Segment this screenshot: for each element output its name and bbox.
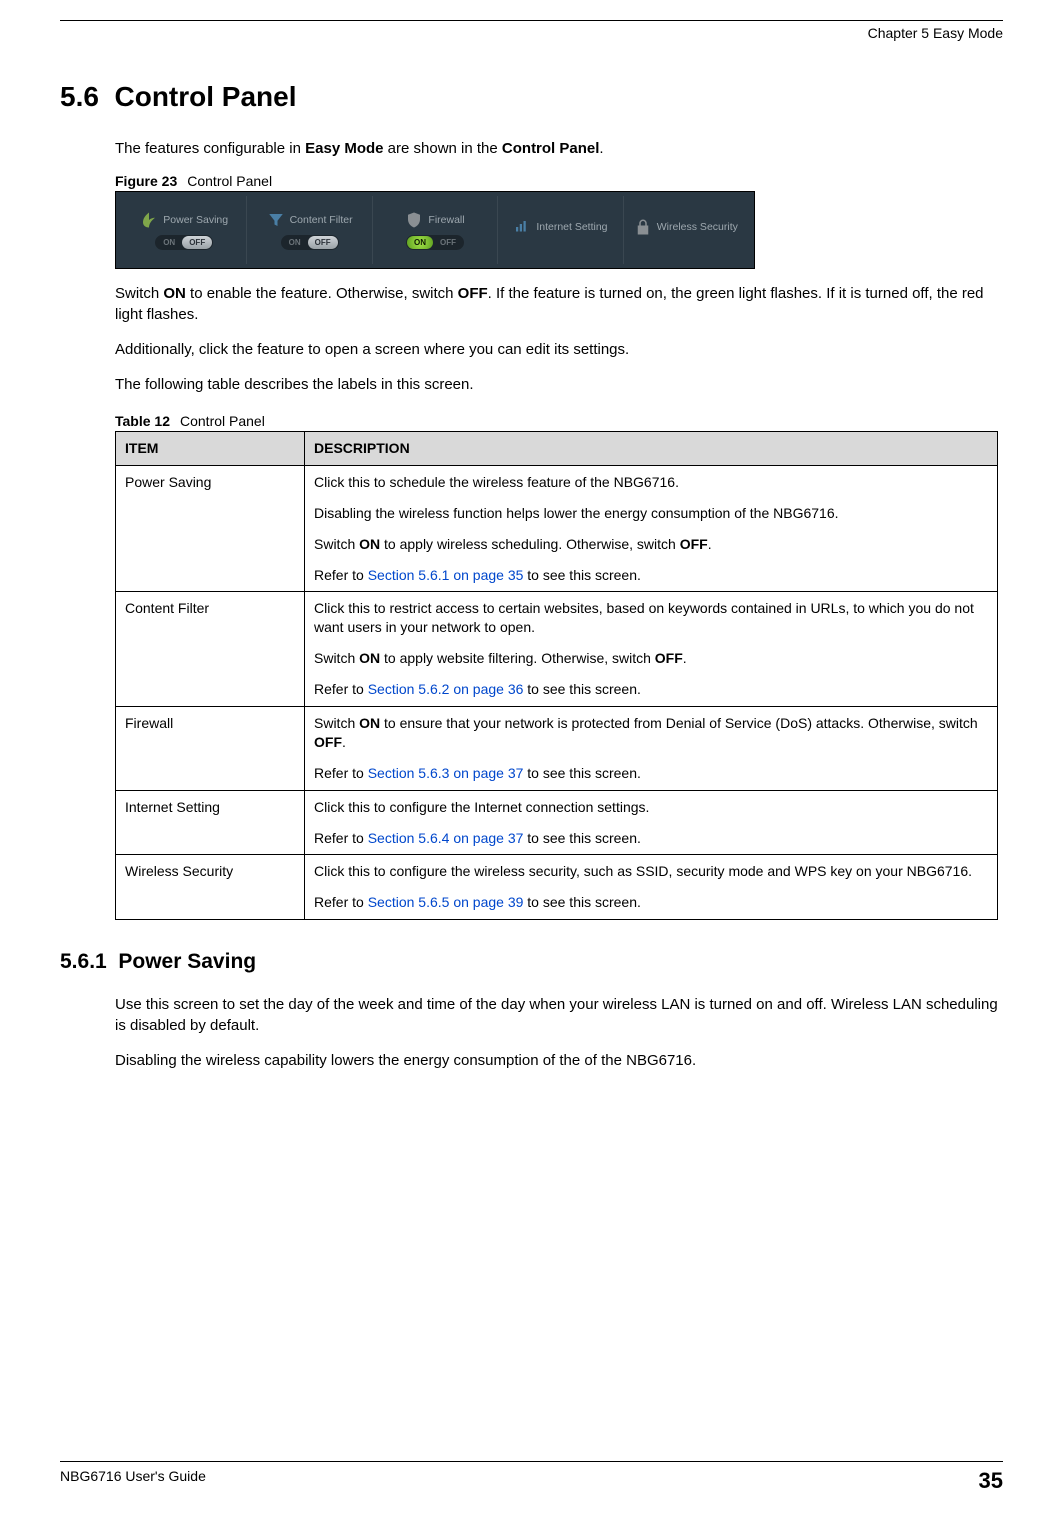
control-panel-figure: Power SavingONOFFContent FilterONOFFFire… — [115, 191, 755, 269]
control-panel-table: ITEM DESCRIPTION Power SavingClick this … — [115, 431, 998, 920]
section-reference-link[interactable]: Section 5.6.5 on page 39 — [368, 894, 524, 910]
toggle-switch: ONOFF — [406, 235, 464, 250]
table-caption: Table 12Control Panel — [115, 413, 998, 429]
item-cell: Firewall — [116, 707, 305, 791]
table-row: FirewallSwitch ON to ensure that your ne… — [116, 707, 998, 791]
section-title-text: Control Panel — [115, 81, 297, 112]
item-cell: Power Saving — [116, 465, 305, 592]
cp-item-power-saving: Power Saving ONOFF — [122, 196, 246, 264]
cp-item-label: Internet Setting — [536, 221, 607, 233]
cp-item-label: Wireless Security — [657, 221, 738, 233]
toggle-switch: ONOFF — [155, 235, 213, 250]
intro-paragraph: The features configurable in Easy Mode a… — [115, 138, 998, 159]
cp-item-content-filter: Content Filter ONOFF — [246, 196, 371, 264]
table-intro-paragraph: The following table describes the labels… — [115, 374, 998, 395]
description-cell: Click this to schedule the wireless feat… — [305, 465, 998, 592]
description-cell: Click this to restrict access to certain… — [305, 592, 998, 707]
table-row: Power SavingClick this to schedule the w… — [116, 465, 998, 592]
subsection-heading: 5.6.1 Power Saving — [60, 950, 1003, 974]
subsection-number: 5.6.1 — [60, 950, 107, 973]
subsection-title-text: Power Saving — [118, 950, 256, 973]
additional-paragraph: Additionally, click the feature to open … — [115, 339, 998, 360]
cp-item-internet-setting: Internet Setting — [497, 196, 622, 264]
lock-icon — [634, 218, 652, 236]
table-row: Internet SettingClick this to configure … — [116, 790, 998, 855]
cp-item-label: Firewall — [428, 214, 464, 226]
shield-icon — [405, 211, 423, 229]
running-header: Chapter 5 Easy Mode — [60, 25, 1003, 41]
th-description: DESCRIPTION — [305, 432, 998, 466]
cp-item-firewall: Firewall ONOFF — [372, 196, 497, 264]
leaf-icon — [140, 211, 158, 229]
item-cell: Internet Setting — [116, 790, 305, 855]
section-reference-link[interactable]: Section 5.6.1 on page 35 — [368, 567, 524, 583]
section-reference-link[interactable]: Section 5.6.3 on page 37 — [368, 765, 524, 781]
funnel-icon — [267, 211, 285, 229]
subsection-p2: Disabling the wireless capability lowers… — [115, 1050, 998, 1071]
section-number: 5.6 — [60, 81, 99, 112]
th-item: ITEM — [116, 432, 305, 466]
section-heading: 5.6 Control Panel — [60, 81, 1003, 113]
item-cell: Content Filter — [116, 592, 305, 707]
page-number: 35 — [979, 1468, 1003, 1494]
description-cell: Click this to configure the Internet con… — [305, 790, 998, 855]
table-row: Wireless SecurityClick this to configure… — [116, 855, 998, 920]
bars-icon — [513, 218, 531, 236]
cp-item-wireless-security: Wireless Security — [623, 196, 748, 264]
switch-desc-paragraph: Switch ON to enable the feature. Otherwi… — [115, 283, 998, 325]
description-cell: Click this to configure the wireless sec… — [305, 855, 998, 920]
section-reference-link[interactable]: Section 5.6.4 on page 37 — [368, 830, 524, 846]
figure-caption: Figure 23Control Panel — [115, 173, 998, 189]
description-cell: Switch ON to ensure that your network is… — [305, 707, 998, 791]
table-row: Content FilterClick this to restrict acc… — [116, 592, 998, 707]
subsection-p1: Use this screen to set the day of the we… — [115, 994, 998, 1036]
item-cell: Wireless Security — [116, 855, 305, 920]
cp-item-label: Content Filter — [290, 214, 353, 226]
section-reference-link[interactable]: Section 5.6.2 on page 36 — [368, 681, 524, 697]
cp-item-label: Power Saving — [163, 214, 228, 226]
toggle-switch: ONOFF — [281, 235, 339, 250]
footer-guide-name: NBG6716 User's Guide — [60, 1468, 206, 1494]
